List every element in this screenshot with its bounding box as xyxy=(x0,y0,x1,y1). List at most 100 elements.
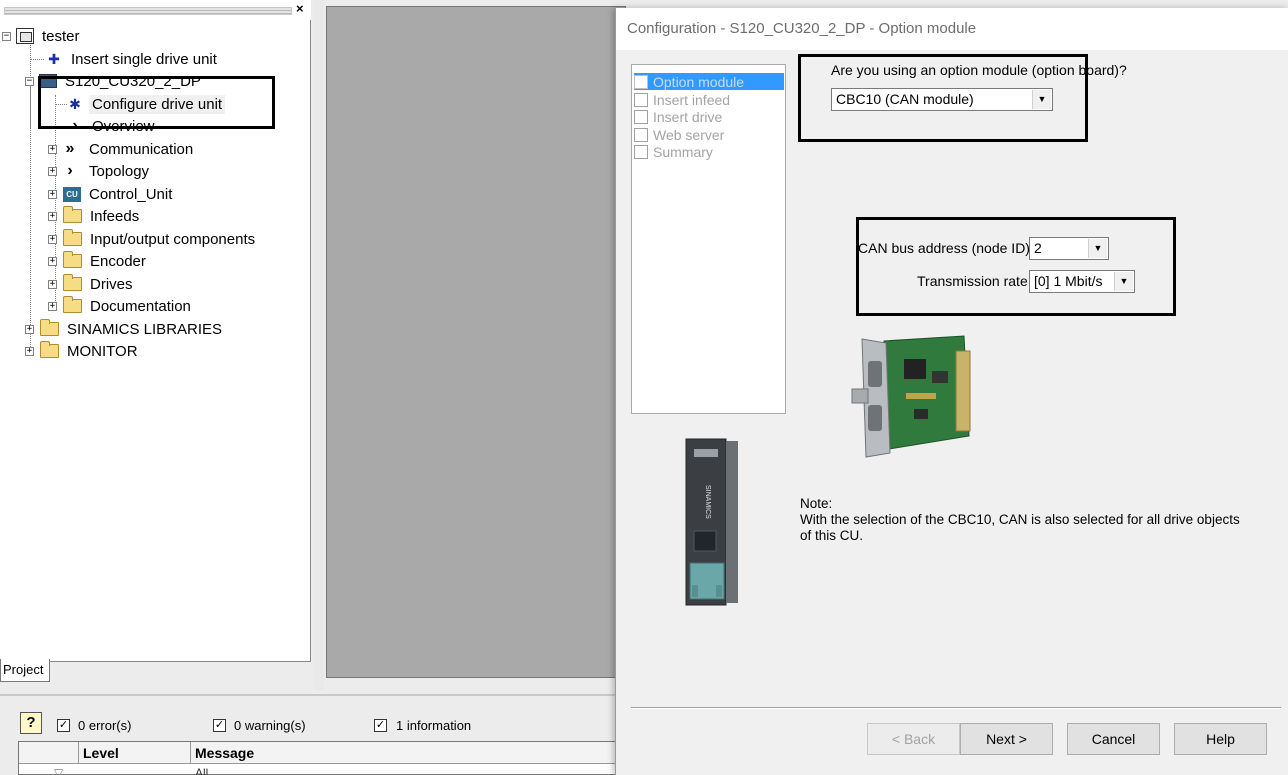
folder-icon xyxy=(40,319,59,336)
information-checkbox[interactable]: ✓ xyxy=(374,719,387,732)
tree-item-insert-single-drive-unit[interactable]: ✚ Insert single drive unit xyxy=(45,48,220,70)
folder-icon xyxy=(63,206,82,223)
expand-icon[interactable]: + xyxy=(48,211,57,221)
step-label: Web server xyxy=(653,126,725,143)
collapse-icon[interactable]: − xyxy=(2,31,11,41)
step-checkbox xyxy=(634,92,648,107)
expand-icon[interactable]: + xyxy=(48,301,57,311)
tree-item-label: Drives xyxy=(90,275,133,293)
collapse-icon[interactable]: − xyxy=(25,76,34,86)
tree-item-infeeds[interactable]: + Infeeds xyxy=(48,205,142,227)
help-button[interactable]: Help xyxy=(1174,723,1267,755)
column-header-level[interactable]: Level xyxy=(79,742,191,764)
step-web-server[interactable]: Web server xyxy=(634,126,784,143)
tree-item-label: MONITOR xyxy=(67,342,138,360)
warnings-filter-label: 0 warning(s) xyxy=(234,718,306,733)
folder-icon xyxy=(63,274,82,291)
configuration-dialog: Configuration - S120_CU320_2_DP - Option… xyxy=(615,8,1288,775)
tree-item-drives[interactable]: + Drives xyxy=(48,273,136,295)
chevron-right-icon: › xyxy=(67,162,73,179)
step-summary[interactable]: Summary xyxy=(634,143,784,160)
panel-grip[interactable] xyxy=(4,7,292,15)
annotation-box xyxy=(38,76,275,129)
step-checkbox xyxy=(634,74,648,89)
tree-titlebar: × xyxy=(0,0,311,20)
warnings-checkbox[interactable]: ✓ xyxy=(213,719,226,732)
tree-item-label: Topology xyxy=(89,162,150,180)
tree-item-documentation[interactable]: + Documentation xyxy=(48,295,194,317)
tab-project[interactable]: Project xyxy=(0,659,50,682)
expand-icon[interactable]: + xyxy=(48,166,57,176)
control-unit-icon: CU xyxy=(63,186,81,202)
step-insert-drive[interactable]: Insert drive xyxy=(634,108,784,125)
expand-icon[interactable]: + xyxy=(25,324,34,334)
errors-filter-label: 0 error(s) xyxy=(78,718,132,733)
information-filter-label: 1 information xyxy=(396,718,472,733)
tree-item-sinamics-libraries[interactable]: + SINAMICS LIBRARIES xyxy=(25,318,225,340)
tree-item-encoder[interactable]: + Encoder xyxy=(48,250,149,272)
tree-item-label: Infeeds xyxy=(90,207,140,225)
tree-item-control-unit[interactable]: + CU Control_Unit xyxy=(48,183,175,205)
note-text: With the selection of the CBC10, CAN is … xyxy=(800,512,1240,543)
close-icon[interactable]: × xyxy=(296,2,304,16)
next-button[interactable]: Next > xyxy=(960,723,1053,755)
panel-splitter[interactable] xyxy=(314,0,324,690)
folder-icon xyxy=(63,296,82,313)
tree-item-io-components[interactable]: + Input/output components xyxy=(48,228,258,250)
cbc10-board-image xyxy=(851,335,971,458)
cancel-button[interactable]: Cancel xyxy=(1067,723,1160,755)
step-checkbox xyxy=(634,127,648,142)
tree-item-label: Input/output components xyxy=(90,230,256,248)
filter-icon[interactable]: ▽ xyxy=(54,766,63,775)
note-block: Note: With the selection of the CBC10, C… xyxy=(800,496,1250,544)
row-header-column xyxy=(19,742,79,764)
step-option-module[interactable]: Option module xyxy=(634,73,784,90)
annotation-box xyxy=(856,217,1176,316)
folder-icon xyxy=(40,341,59,358)
errors-checkbox[interactable]: ✓ xyxy=(57,719,70,732)
sinamics-control-unit-image: SINAMICS xyxy=(685,438,738,606)
step-insert-infeed[interactable]: Insert infeed xyxy=(634,91,784,108)
note-title: Note: xyxy=(800,496,833,511)
tree-item-label: Control_Unit xyxy=(89,185,173,203)
tree-item-monitor[interactable]: + MONITOR xyxy=(25,340,141,362)
tree-item-label: Communication xyxy=(89,140,194,158)
tree-connector xyxy=(30,85,31,351)
step-label: Insert drive xyxy=(653,108,723,125)
step-label: Insert infeed xyxy=(653,91,731,108)
tree-connector xyxy=(30,59,44,60)
tree-item-label: Encoder xyxy=(90,252,146,270)
expand-icon[interactable]: + xyxy=(48,189,57,199)
double-chevron-right-icon: » xyxy=(65,140,75,157)
back-button[interactable]: < Back xyxy=(867,723,960,755)
annotation-box xyxy=(798,54,1088,142)
message-table: Level Message ▽ All xyxy=(18,741,631,775)
tree-item-label: SINAMICS LIBRARIES xyxy=(67,320,223,338)
folder-icon xyxy=(63,251,82,268)
expand-icon[interactable]: + xyxy=(25,346,34,356)
workspace-area xyxy=(326,6,626,678)
tree-item-label: tester xyxy=(42,27,80,45)
step-checkbox xyxy=(634,109,648,124)
expand-icon[interactable]: + xyxy=(48,144,57,154)
step-label: Option module xyxy=(653,73,745,90)
help-icon[interactable]: ? xyxy=(20,712,42,734)
button-separator xyxy=(631,707,1281,709)
screen: × − tester ✚ Insert single drive unit − … xyxy=(0,0,1288,775)
tree-item-topology[interactable]: + › Topology xyxy=(48,160,152,182)
expand-icon[interactable]: + xyxy=(48,234,57,244)
dialog-title: Configuration - S120_CU320_2_DP - Option… xyxy=(616,8,1288,50)
wizard-step-list: Option module Insert infeed Insert drive… xyxy=(631,64,786,414)
message-filter-cell[interactable]: All xyxy=(195,766,208,775)
brand-label: SINAMICS xyxy=(704,485,711,519)
expand-icon[interactable]: + xyxy=(48,256,57,266)
column-header-message[interactable]: Message xyxy=(191,742,631,764)
tree-item-label: Insert single drive unit xyxy=(71,50,217,68)
project-icon xyxy=(16,28,34,44)
tree-item-project[interactable]: − tester xyxy=(2,25,83,47)
step-checkbox xyxy=(634,144,648,159)
expand-icon[interactable]: + xyxy=(48,279,57,289)
tree-item-communication[interactable]: + » Communication xyxy=(48,138,196,160)
folder-icon xyxy=(63,229,82,246)
tree-item-label: Documentation xyxy=(90,297,191,315)
